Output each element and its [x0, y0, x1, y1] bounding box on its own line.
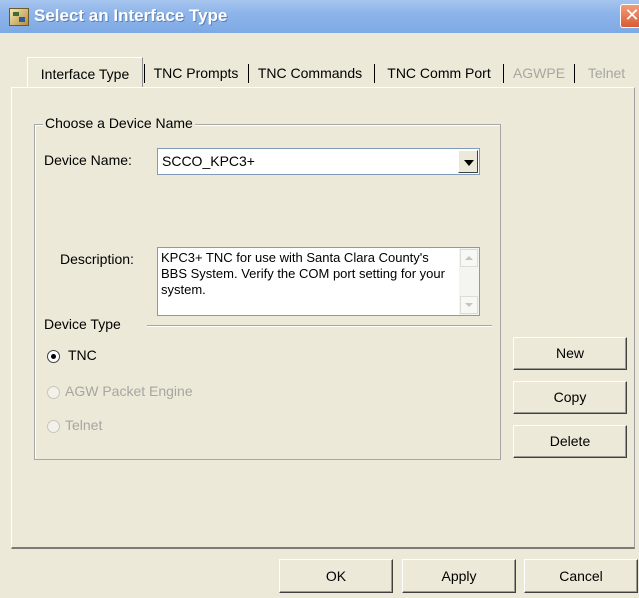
- radio-agw-packet-engine-label[interactable]: AGW Packet Engine: [65, 383, 193, 399]
- copy-button[interactable]: Copy: [513, 381, 627, 414]
- app-icon: [9, 8, 29, 26]
- tab-separator: [248, 64, 249, 83]
- tab-separator: [503, 64, 504, 83]
- device-name-value: SCCO_KPC3+: [162, 153, 255, 169]
- tab-telnet[interactable]: Telnet: [579, 61, 634, 85]
- chevron-down-icon[interactable]: [458, 150, 478, 173]
- tab-tnc-commands[interactable]: TNC Commands: [251, 61, 369, 85]
- tab-separator: [374, 64, 375, 83]
- description-text: KPC3+ TNC for use with Santa Clara Count…: [161, 250, 445, 297]
- description-textarea[interactable]: KPC3+ TNC for use with Santa Clara Count…: [157, 247, 480, 316]
- apply-button[interactable]: Apply: [402, 559, 516, 593]
- description-scrollbar[interactable]: [459, 248, 479, 315]
- radio-agw-packet-engine[interactable]: [47, 386, 60, 399]
- scroll-up-icon[interactable]: [460, 249, 478, 267]
- device-name-label: Device Name:: [44, 152, 132, 168]
- close-button[interactable]: ✕: [620, 4, 639, 28]
- tab-tnc-comm-port[interactable]: TNC Comm Port: [378, 61, 500, 85]
- tab-tnc-prompts[interactable]: TNC Prompts: [147, 61, 245, 85]
- radio-telnet[interactable]: [47, 420, 60, 433]
- device-group-legend: Choose a Device Name: [43, 115, 195, 131]
- radio-telnet-label[interactable]: Telnet: [65, 417, 102, 433]
- close-icon: ✕: [624, 5, 639, 25]
- description-label: Description:: [60, 251, 134, 267]
- dialog-window: Select an Interface Type ✕ Interface Typ…: [0, 0, 639, 598]
- radio-tnc-label[interactable]: TNC: [68, 347, 97, 363]
- tab-separator: [574, 64, 575, 83]
- device-type-label: Device Type: [44, 316, 121, 332]
- device-type-divider: [147, 325, 492, 327]
- delete-button[interactable]: Delete: [513, 425, 627, 458]
- scroll-down-icon[interactable]: [460, 296, 478, 314]
- cancel-button[interactable]: Cancel: [524, 559, 638, 593]
- title-bar[interactable]: Select an Interface Type ✕: [0, 0, 639, 33]
- tab-separator: [144, 64, 145, 83]
- radio-tnc[interactable]: [47, 350, 60, 363]
- radio-selected-dot: [51, 354, 56, 359]
- ok-button[interactable]: OK: [279, 559, 393, 593]
- tab-agwpe[interactable]: AGWPE: [507, 61, 571, 85]
- device-name-select[interactable]: SCCO_KPC3+: [157, 148, 480, 175]
- new-button[interactable]: New: [513, 337, 627, 370]
- window-title: Select an Interface Type: [34, 6, 228, 25]
- tab-interface-type[interactable]: Interface Type: [27, 57, 143, 87]
